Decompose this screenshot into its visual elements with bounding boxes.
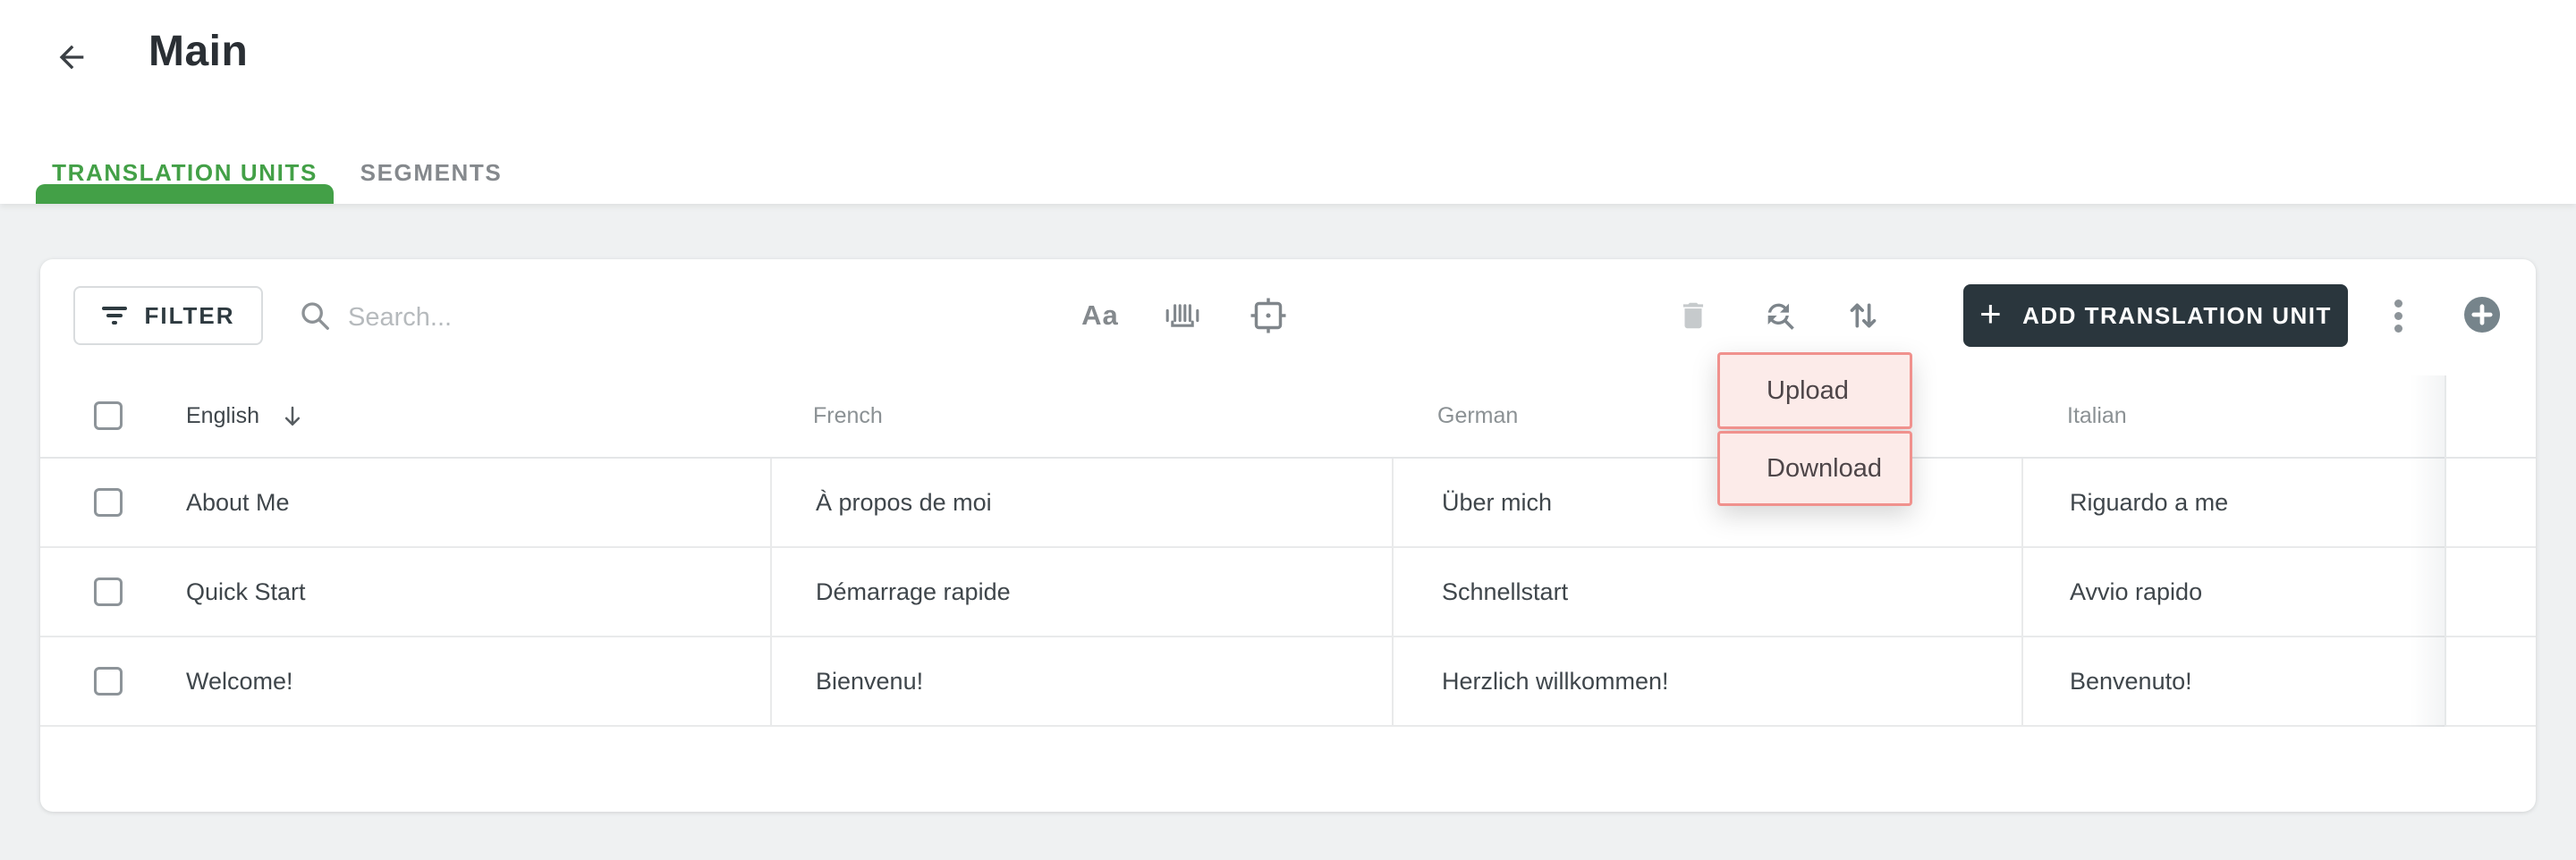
filter-button[interactable]: FILTER — [73, 286, 263, 345]
cell-german[interactable]: Herzlich willkommen! — [1442, 637, 1669, 725]
column-header-german[interactable]: German — [1437, 375, 1518, 457]
floating-add-button[interactable] — [2464, 297, 2500, 333]
page-title: Main — [148, 28, 249, 75]
up-down-arrows-icon — [1850, 303, 1877, 328]
top-header: Main TRANSLATION UNITS SEGMENTS — [0, 0, 2576, 204]
filter-icon — [102, 307, 128, 325]
add-button-label: ADD TRANSLATION UNIT — [2022, 301, 2332, 329]
filter-label: FILTER — [144, 301, 235, 329]
search-input[interactable] — [348, 291, 956, 343]
cell-italian[interactable]: Avvio rapido — [2070, 548, 2202, 636]
column-label: German — [1437, 403, 1519, 428]
tab-label: SEGMENTS — [360, 158, 503, 186]
cell-french[interactable]: Démarrage rapide — [816, 548, 1011, 636]
sort-order-button[interactable] — [1842, 294, 1885, 337]
column-header-italian[interactable]: Italian — [2067, 375, 2127, 457]
select-all-checkbox[interactable] — [94, 401, 123, 430]
cell-english[interactable]: Quick Start — [186, 548, 306, 636]
column-divider — [1392, 459, 1394, 727]
column-divider — [2445, 375, 2446, 727]
menu-item-download[interactable]: Download — [1717, 431, 1912, 506]
menu-item-upload[interactable]: Upload — [1717, 352, 1912, 429]
table-footer: Rows per page: 25 1-3 of 3 — [40, 727, 2536, 812]
column-divider — [770, 459, 772, 727]
search-icon — [301, 302, 329, 330]
table-header-row: English French German Italian — [40, 375, 2536, 459]
trash-icon — [1682, 302, 1704, 329]
frame-select-icon — [1250, 298, 1286, 333]
kebab-menu-icon — [2394, 299, 2402, 333]
find-replace-icon — [1767, 303, 1794, 330]
content-card: FILTER Aa + ADD TRANSLATION U — [40, 259, 2536, 812]
menu-item-label: Upload — [1767, 375, 1849, 405]
column-label: Italian — [2067, 403, 2127, 428]
barcode-icon — [1165, 304, 1199, 327]
find-replace-button[interactable] — [1758, 294, 1801, 337]
column-label: French — [813, 403, 883, 428]
case-sensitivity-button[interactable]: Aa — [1079, 294, 1122, 337]
import-export-menu: Upload Download — [1717, 352, 1912, 506]
arrow-left-icon — [59, 45, 84, 70]
column-divider — [2021, 459, 2023, 727]
more-options-button[interactable] — [2377, 294, 2419, 337]
menu-item-label: Download — [1767, 453, 1882, 483]
cell-italian[interactable]: Riguardo a me — [2070, 459, 2228, 546]
cell-english[interactable]: About Me — [186, 459, 290, 546]
cell-italian[interactable]: Benvenuto! — [2070, 637, 2192, 725]
active-tab-indicator — [36, 184, 334, 204]
table-row: Quick Start Démarrage rapide Schnellstar… — [40, 548, 2536, 637]
cell-french[interactable]: À propos de moi — [816, 459, 992, 546]
plus-circle-icon — [2471, 304, 2493, 325]
cell-english[interactable]: Welcome! — [186, 637, 293, 725]
back-button[interactable] — [50, 36, 93, 79]
cell-german[interactable]: Über mich — [1442, 459, 1552, 546]
row-checkbox[interactable] — [94, 488, 123, 517]
pinned-column-shadow — [2411, 375, 2445, 727]
delete-button[interactable] — [1672, 294, 1715, 337]
tab-segments[interactable]: SEGMENTS — [354, 141, 508, 204]
sort-desc-icon — [284, 406, 301, 426]
tab-label: TRANSLATION UNITS — [52, 158, 318, 186]
row-checkbox[interactable] — [94, 667, 123, 696]
column-header-english[interactable]: English — [186, 375, 306, 457]
cell-french[interactable]: Bienvenu! — [816, 637, 923, 725]
table-row: Welcome! Bienvenu! Herzlich willkommen! … — [40, 637, 2536, 727]
whole-phrase-button[interactable] — [1161, 294, 1204, 337]
column-label: English — [186, 403, 259, 428]
row-checkbox[interactable] — [94, 578, 123, 606]
add-translation-unit-button[interactable]: + ADD TRANSLATION UNIT — [1963, 284, 2348, 347]
frame-select-button[interactable] — [1247, 294, 1290, 337]
Aa-icon: Aa — [1081, 299, 1119, 331]
cell-german[interactable]: Schnellstart — [1442, 548, 1568, 636]
table-row: About Me À propos de moi Über mich Rigua… — [40, 459, 2536, 548]
column-header-french[interactable]: French — [813, 375, 883, 457]
